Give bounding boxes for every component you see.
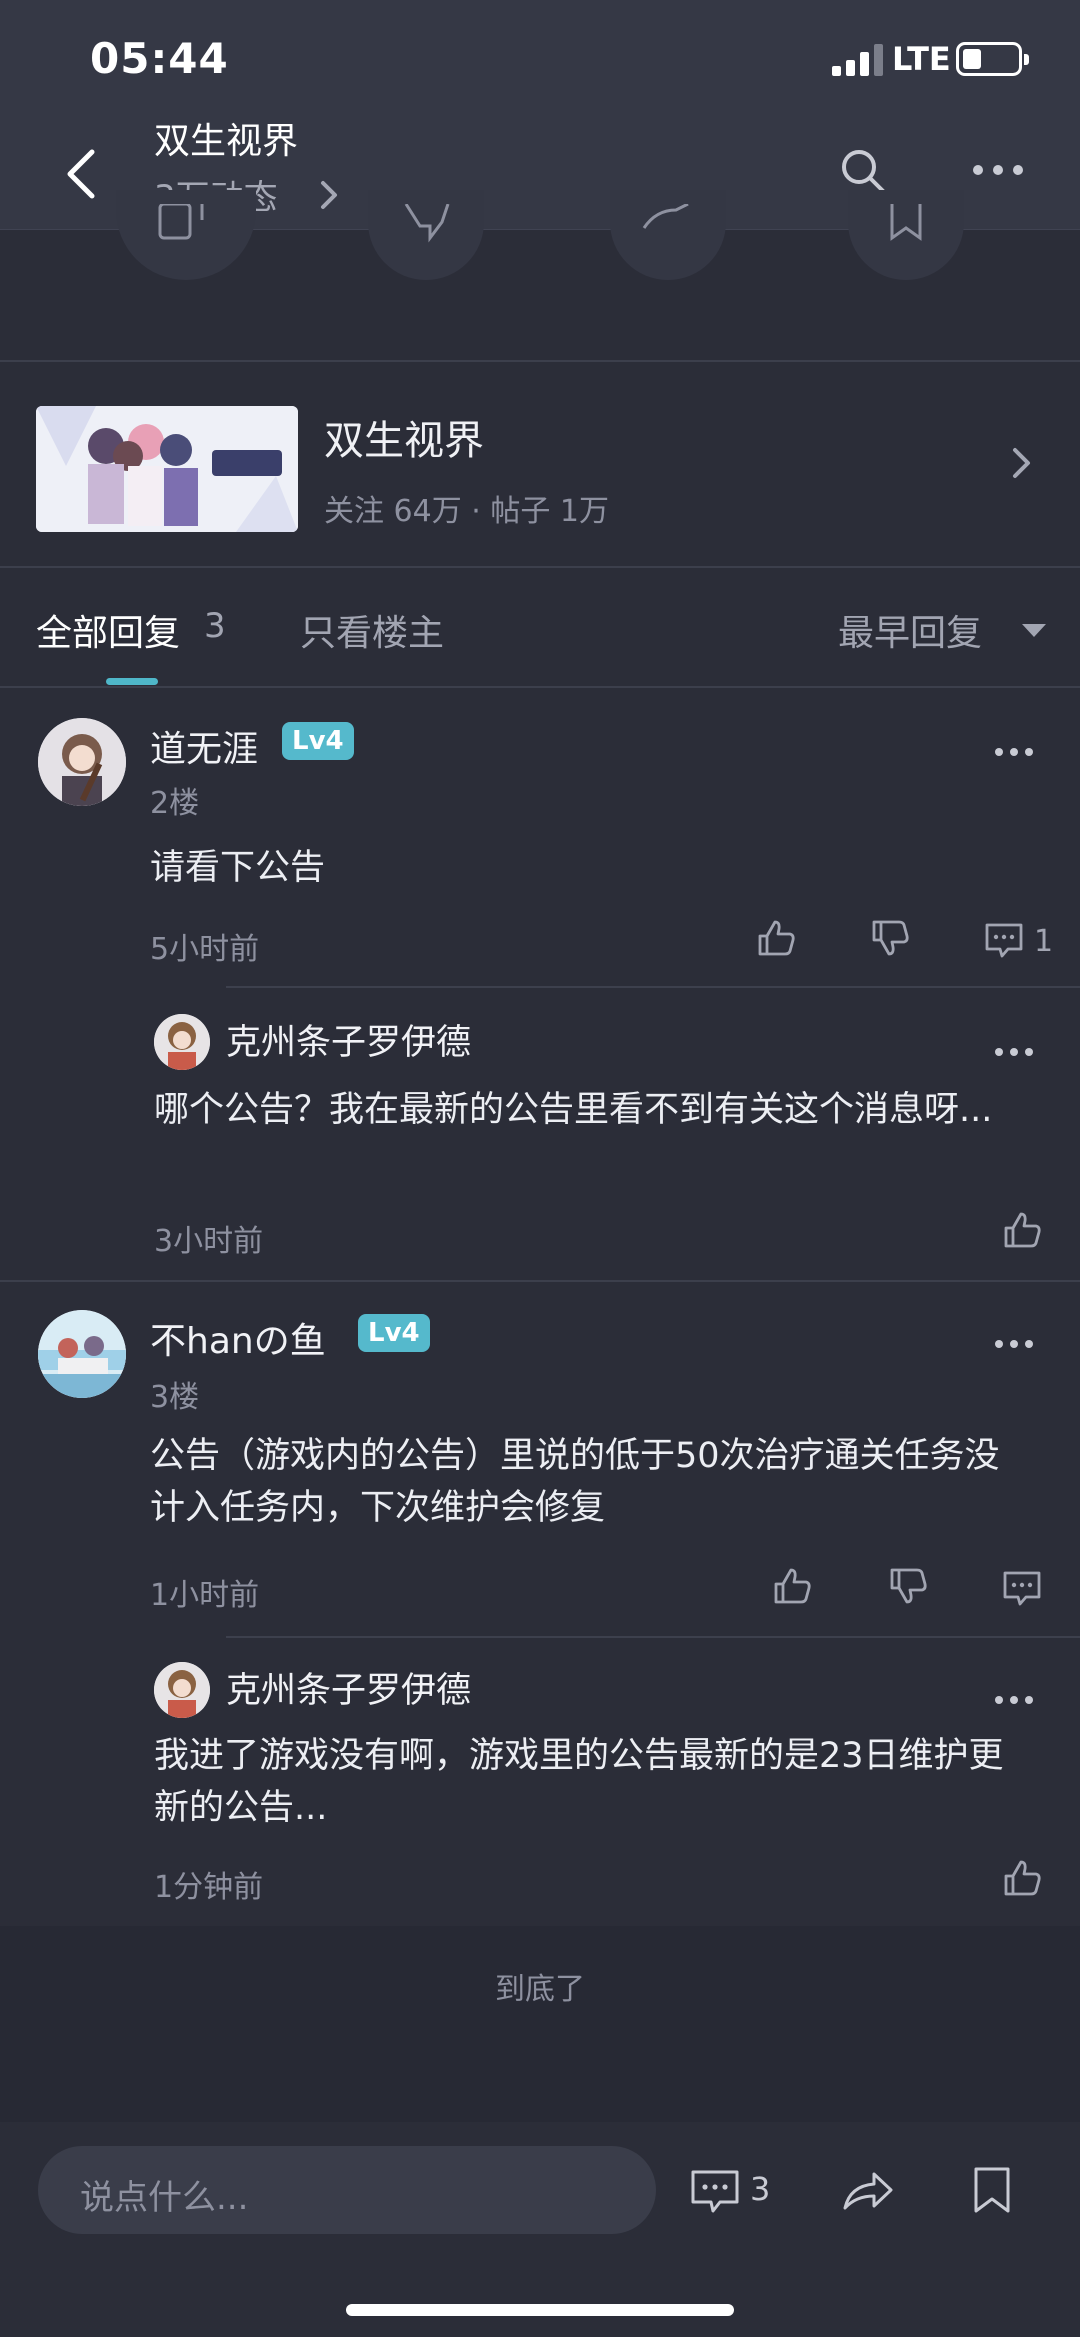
comment-input-placeholder: 说点什么...	[80, 2178, 249, 2218]
forum-thumbnail	[36, 406, 298, 532]
tab-owner-only[interactable]: 只看楼主	[300, 604, 444, 656]
thumbs-up-icon	[158, 204, 204, 240]
battery-icon	[956, 42, 1029, 76]
dislike-post-button[interactable]	[368, 190, 484, 280]
avatar[interactable]	[38, 718, 126, 806]
reply-text: 我进了游戏没有啊，游戏里的公告最新的是23日维护更新的公告...	[154, 1736, 1004, 1828]
more-options-icon[interactable]	[994, 746, 1034, 758]
reply-time: 1分钟前	[154, 1870, 264, 1905]
level-badge: Lv4	[358, 1314, 430, 1352]
search-icon[interactable]	[838, 146, 888, 196]
thumbs-down-icon	[404, 204, 450, 243]
avatar[interactable]	[154, 1014, 210, 1070]
reply-text: 哪个公告？我在最新的公告里看不到有关这个消息呀...	[154, 1090, 993, 1130]
comment-time: 1小时前	[150, 1578, 260, 1613]
divider	[0, 566, 1080, 568]
thumbs-up-icon[interactable]	[1002, 1858, 1042, 1898]
signal-icon	[832, 44, 883, 76]
page-title: 双生视界	[154, 121, 299, 162]
comment-icon[interactable]	[690, 2168, 740, 2214]
network-label: LTE	[892, 40, 951, 78]
comment-username[interactable]: 不hanの鱼	[150, 1312, 326, 1364]
status-time: 05:44	[90, 34, 229, 83]
thumbs-up-icon[interactable]	[1002, 1210, 1042, 1250]
bookmark-icon[interactable]	[972, 2166, 1012, 2214]
tab-all-replies[interactable]: 全部回复	[36, 604, 180, 656]
comment-count: 3	[750, 2170, 771, 2208]
share-icon	[642, 204, 689, 229]
chevron-right-icon	[321, 181, 337, 209]
caret-down-icon[interactable]	[1022, 624, 1046, 638]
divider	[0, 1280, 1080, 1282]
avatar-image	[38, 1310, 126, 1398]
comment-text: 请看下公告	[150, 848, 326, 888]
comment-time: 5小时前	[150, 932, 260, 967]
comment-text: 公告（游戏内的公告）里说的低于50次治疗通关任务没计入任务内，下次维护会修复	[150, 1436, 1000, 1528]
end-of-list-text: 到底了	[495, 1972, 585, 2007]
chevron-right-icon	[1013, 448, 1030, 478]
like-post-button[interactable]	[116, 190, 256, 280]
active-tab-indicator	[106, 678, 158, 685]
more-options-icon[interactable]	[994, 1338, 1034, 1350]
forum-cover-image	[36, 406, 298, 532]
share-post-button[interactable]	[610, 190, 726, 280]
floor-number: 3楼	[150, 1380, 200, 1415]
sort-dropdown[interactable]: 最早回复	[838, 604, 982, 656]
share-icon[interactable]	[842, 2168, 894, 2214]
avatar[interactable]	[154, 1662, 210, 1718]
divider	[226, 1636, 1080, 1638]
comment-username[interactable]: 道无涯	[150, 720, 258, 772]
divider	[0, 686, 1080, 688]
more-options-icon[interactable]	[994, 1046, 1034, 1058]
avatar-image	[154, 1662, 210, 1718]
back-arrow-icon[interactable]	[62, 148, 102, 200]
footer-area	[0, 1926, 1080, 2122]
avatar-image	[38, 718, 126, 806]
avatar[interactable]	[38, 1310, 126, 1398]
thumbs-down-icon[interactable]	[870, 918, 910, 958]
level-badge: Lv4	[282, 722, 354, 760]
forum-meta: 关注 64万 · 帖子 1万	[324, 494, 609, 529]
divider	[226, 986, 1080, 988]
bookmark-icon	[890, 204, 922, 241]
thumbs-down-icon[interactable]	[888, 1566, 928, 1606]
bookmark-post-button[interactable]	[848, 190, 964, 280]
avatar-image	[154, 1014, 210, 1070]
tab-all-replies-count: 3	[204, 606, 226, 646]
thumbs-up-icon[interactable]	[756, 918, 796, 958]
reply-username[interactable]: 克州条子罗伊德	[226, 1014, 471, 1065]
forum-name: 双生视界	[324, 418, 484, 464]
thumbs-up-icon[interactable]	[772, 1566, 812, 1606]
reply-time: 3小时前	[154, 1224, 264, 1259]
comment-icon[interactable]	[984, 920, 1024, 960]
more-options-icon[interactable]	[994, 1694, 1034, 1706]
floor-number: 2楼	[150, 786, 200, 821]
more-options-icon[interactable]	[972, 160, 1024, 180]
reply-count: 1	[1034, 924, 1054, 959]
comment-icon[interactable]	[1002, 1568, 1042, 1608]
reply-username[interactable]: 克州条子罗伊德	[226, 1662, 471, 1713]
home-indicator	[346, 2304, 734, 2316]
